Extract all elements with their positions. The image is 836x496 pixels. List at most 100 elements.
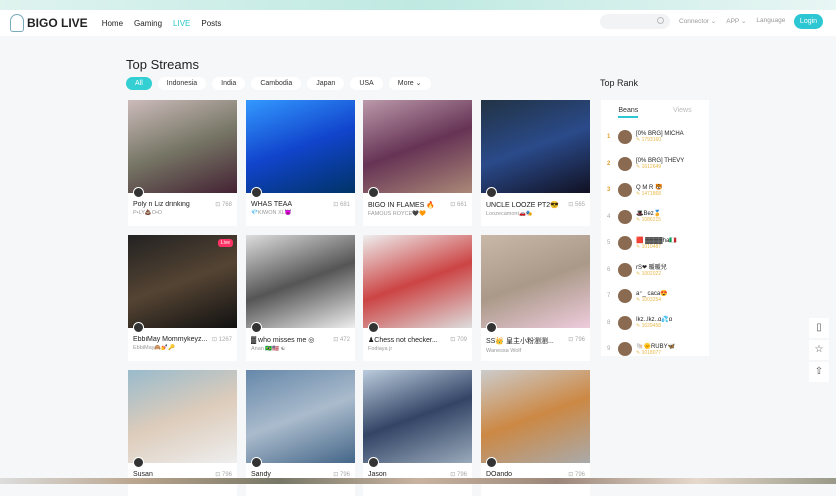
avatar — [251, 322, 262, 333]
stream-thumbnail[interactable] — [481, 370, 590, 468]
rank-number: 8 — [607, 319, 611, 326]
stream-title: WHAS TEAA — [251, 201, 293, 208]
star-icon[interactable]: ☆ — [809, 340, 829, 360]
stream-thumbnail[interactable] — [246, 100, 355, 198]
rank-name: 🟥 ▓▓▓▓ha🇮🇹 — [636, 237, 677, 244]
tab-views[interactable]: Views — [673, 107, 692, 118]
back-to-top-icon[interactable]: ⇧ — [809, 362, 829, 382]
stream-thumbnail[interactable] — [481, 235, 590, 333]
rank-row[interactable]: 5 🟥 ▓▓▓▓ha🇮🇹 ✎ 1010487 — [601, 230, 709, 257]
stream-thumbnail[interactable] — [246, 235, 355, 333]
stream-card[interactable]: UNCLE LOOZE PT2😎 ⊡ 565 Loozecamont🚗🎭 — [481, 100, 590, 226]
streamer-name: 💎KIWON XL😈 — [251, 210, 292, 216]
viewer-count: 661 — [456, 202, 467, 208]
rank-row[interactable]: 8 Ikz..Ikz..ɑ💦ɑ ✎ 1029458 — [601, 310, 709, 337]
viewers-icon: ⊡ — [211, 337, 219, 343]
bean-count: 1018077 — [641, 349, 662, 356]
filter-chip[interactable]: India — [212, 77, 246, 90]
rank-row[interactable]: 1 [0% BRG] MICHA ✎ 1793160 — [601, 124, 709, 151]
rank-number: 7 — [607, 293, 611, 300]
nav-posts[interactable]: Posts — [201, 19, 221, 28]
nav-gaming[interactable]: Gaming — [134, 19, 162, 28]
viewer-count: 681 — [339, 202, 350, 208]
stream-card[interactable]: Live EbbiMay Mommykeyz... ⊡ 1267 EbbiMay🙈💅🔑 — [128, 235, 237, 361]
rank-number: 2 — [607, 160, 611, 167]
connector-menu[interactable]: Connector ⌄ — [679, 17, 716, 25]
rank-number: 3 — [607, 187, 611, 194]
avatar — [133, 322, 144, 333]
nav-home[interactable]: Home — [102, 19, 123, 28]
stream-title: EbbiMay Mommykeyz... — [133, 336, 208, 343]
stream-card[interactable]: WHAS TEAA ⊡ 681 💎KIWON XL😈 — [246, 100, 355, 226]
stream-title: UNCLE LOOZE PT2😎 — [486, 202, 559, 209]
rank-name: 🐚🌞RUBY🦋 — [636, 343, 676, 350]
streamer-name: P•LY💩O•D — [133, 210, 162, 216]
top-rank-panel: Beans Views 1 [0% BRG] MICHA ✎ 1793160 2 [0%… — [601, 100, 709, 357]
filter-chip[interactable]: USA — [350, 77, 383, 90]
stream-title: SS👑 皇主小粉瀏瀏... — [486, 338, 554, 345]
stream-thumbnail[interactable] — [363, 100, 472, 198]
stream-thumbnail[interactable] — [128, 100, 237, 198]
top-banner — [0, 0, 836, 10]
stream-title: ▓ who misses me ◎ — [251, 337, 315, 344]
avatar — [251, 457, 262, 468]
avatar — [618, 342, 632, 357]
rank-row[interactable]: 2 [0% BRG] THEVY ✎ 1612649 — [601, 151, 709, 178]
streamer-name: Wanessa Wolf — [486, 348, 522, 354]
rank-number: 1 — [607, 134, 611, 141]
phone-icon[interactable]: ▯ — [809, 318, 829, 338]
rank-row[interactable]: 3Q M R 🐯 ✎ 1471868 — [601, 177, 709, 204]
search-input[interactable] — [600, 14, 670, 29]
login-button[interactable]: Login — [794, 14, 823, 29]
search-icon[interactable] — [657, 17, 664, 24]
viewers-icon: ⊡ — [333, 337, 340, 343]
logo-text: BIGO LIVE — [27, 16, 88, 30]
rank-number: 6 — [607, 266, 611, 273]
rank-number: 4 — [607, 213, 611, 220]
app-menu[interactable]: APP ⌄ — [726, 17, 746, 25]
rank-name: a⁺_ caca😍 — [636, 290, 668, 297]
rank-row[interactable]: 6 rS❤ 暖暖兒 ✎ 1002022 — [601, 257, 709, 284]
stream-thumbnail[interactable] — [363, 370, 472, 468]
logo[interactable]: BIGO LIVE — [10, 14, 88, 32]
stream-card[interactable]: BIGO IN FLAMES 🔥 ⊡ 661 FAMOUS ROYCE🖤🧡 — [363, 100, 472, 226]
nav-live[interactable]: LIVE — [173, 19, 190, 28]
avatar — [368, 322, 379, 333]
stream-thumbnail[interactable]: Live — [128, 235, 237, 333]
viewer-count: 1267 — [218, 337, 232, 343]
avatar — [618, 236, 632, 251]
bean-count: 1003254 — [641, 296, 662, 303]
viewer-count: 472 — [339, 337, 350, 343]
stream-card[interactable]: ♟Chess not checker... ⊡ 709 Fodiaya jr — [363, 235, 472, 361]
rank-number: 5 — [607, 240, 611, 247]
bean-count: 1793160 — [641, 137, 662, 144]
filter-chip[interactable]: All — [126, 77, 152, 90]
viewer-count: 565 — [574, 202, 585, 208]
avatar — [486, 187, 497, 198]
filter-chip[interactable]: Cambodia — [251, 77, 302, 90]
avatar — [618, 262, 632, 277]
stream-thumbnail[interactable] — [363, 235, 472, 333]
stream-thumbnail[interactable] — [246, 370, 355, 468]
stream-thumbnail[interactable] — [481, 100, 590, 198]
stream-card[interactable]: SS👑 皇主小粉瀏瀏... ⊡ 796 Wanessa Wolf — [481, 235, 590, 361]
rank-row[interactable]: 9 🐚🌞RUBY🦋 ✎ 1018077 — [601, 336, 709, 363]
tab-beans[interactable]: Beans — [618, 107, 639, 118]
avatar — [618, 183, 632, 198]
language-menu[interactable]: Language — [756, 17, 785, 25]
stream-card[interactable]: ▓ who misses me ◎ ⊡ 472 Anan 🇧🇷🇺🇸 ☯ — [246, 235, 355, 361]
stream-title: Susan — [133, 471, 153, 478]
filter-chip[interactable]: Indonesia — [157, 77, 207, 90]
rank-row[interactable]: 7 a⁺_ caca😍 ✎ 1003254 — [601, 283, 709, 310]
filter-chip[interactable]: Japan — [307, 77, 345, 90]
stream-thumbnail[interactable] — [128, 370, 237, 468]
stream-title: DOando — [486, 471, 513, 478]
stream-title: Sandy — [251, 471, 271, 478]
streamer-name: FAMOUS ROYCE🖤🧡 — [368, 211, 427, 217]
bean-count: 1002022 — [641, 271, 662, 278]
filter-chip[interactable]: More ⌄ — [388, 77, 431, 90]
rank-name: Ikz..Ikz..ɑ💦ɑ — [636, 317, 673, 324]
viewers-icon: ⊡ — [568, 202, 575, 208]
rank-row[interactable]: 4 🎩Bez🏅 ✎ 1086215 — [601, 204, 709, 231]
stream-card[interactable]: Poly n Liz drinking ⊡ 768 P•LY💩O•D — [128, 100, 237, 226]
